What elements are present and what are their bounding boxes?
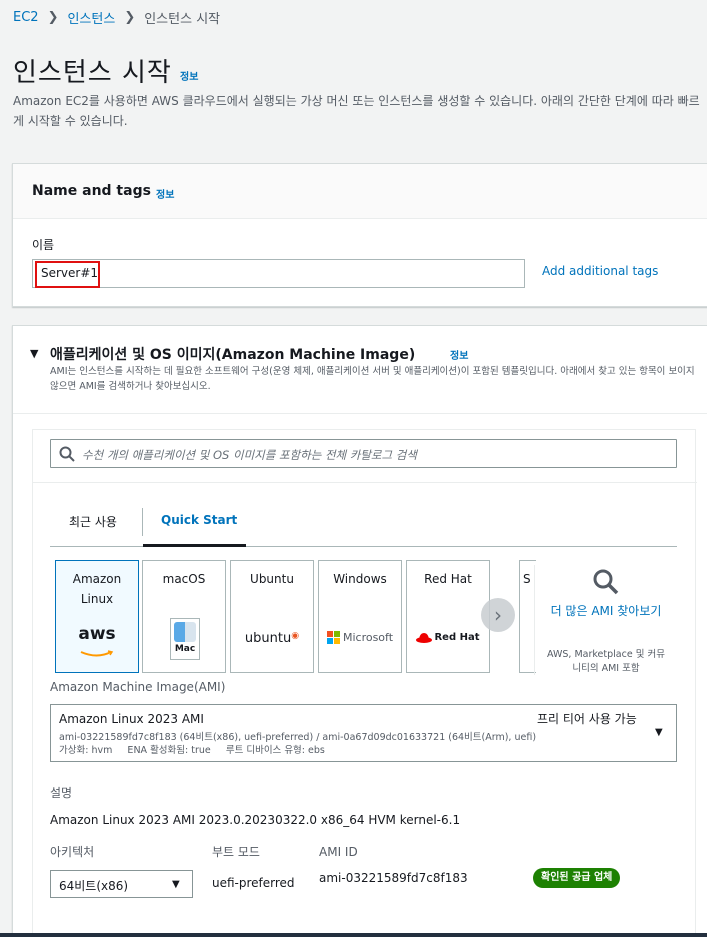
chevron-right-icon: ❯ (124, 10, 136, 25)
aws-logo-icon: aws (56, 625, 138, 662)
ami-info-link[interactable]: 정보 (450, 347, 468, 362)
ubuntu-logo-icon: ubuntu◉ (244, 631, 300, 646)
ami-select[interactable]: Amazon Linux 2023 AMI 프리 티어 사용 가능 ami-03… (50, 704, 677, 762)
page-info-link[interactable]: 정보 (180, 68, 198, 83)
name-label: 이름 (32, 238, 55, 252)
name-tags-title: Name and tags (32, 183, 151, 199)
free-tier-label: 프리 티어 사용 가능 (537, 712, 637, 726)
page-description: Amazon EC2를 사용하면 AWS 클라우드에서 실행되는 가상 머신 또… (13, 94, 700, 128)
tab-quick-start[interactable]: Quick Start (161, 513, 237, 527)
architecture-label: 아키텍처 (50, 845, 95, 859)
os-card-label: Amazon Linux (72, 572, 122, 606)
ami-selected-attributes: 가상화: hvm ENA 활성화됨: true 루트 디바이스 유형: ebs (59, 745, 325, 756)
redhat-logo-icon: Red Hat (407, 632, 489, 643)
os-card-redhat[interactable]: Red Hat Red Hat (406, 560, 490, 673)
name-input[interactable]: Server#1 (32, 259, 525, 288)
caret-down-icon[interactable]: ▼ (30, 347, 38, 360)
os-card-label: Ubuntu (250, 572, 294, 586)
chevron-right-icon: › (494, 603, 502, 627)
divider (534, 565, 535, 675)
tab-separator (142, 508, 143, 536)
os-card-amazon-linux[interactable]: Amazon Linux aws (55, 560, 139, 673)
search-icon (59, 446, 75, 462)
architecture-value: 64비트(x86) (59, 879, 129, 893)
tab-active-indicator (143, 544, 246, 547)
ami-section-title: 애플리케이션 및 OS 이미지(Amazon Machine Image) (50, 347, 416, 363)
mac-logo-icon: Mac (170, 618, 200, 660)
os-card-label: Windows (333, 572, 387, 586)
description-label: 설명 (50, 786, 73, 800)
os-card-label: Red Hat (424, 572, 472, 586)
os-card-windows[interactable]: Windows Microsoft (318, 560, 402, 673)
ami-section-description: AMI는 인스턴스를 시작하는 데 필요한 소프트웨어 구성(운영 체제, 애플… (50, 366, 695, 392)
breadcrumb-instances[interactable]: 인스턴스 (67, 8, 115, 27)
name-tags-panel: Name and tags 정보 이름 Server#1 Add additio… (12, 163, 707, 307)
browse-more-amis-subtitle: AWS, Marketplace 및 커뮤니티의 AMI 포함 (547, 649, 665, 674)
breadcrumb-current: 인스턴스 시작 (144, 12, 221, 27)
search-icon[interactable] (592, 568, 620, 596)
ami-selected-name: Amazon Linux 2023 AMI (59, 712, 204, 726)
ami-browser: 수천 개의 애플리케이션 및 OS 이미지를 포함하는 전체 카탈로그 검색 최… (32, 429, 697, 934)
tab-recent[interactable]: 최근 사용 (69, 513, 117, 530)
ami-selected-ids: ami-03221589fd7c8f183 (64비트(x86), uefi-p… (59, 732, 537, 743)
caret-down-icon: ▼ (655, 727, 663, 738)
boot-mode-value: uefi-preferred (212, 876, 295, 890)
os-card-ubuntu[interactable]: Ubuntu ubuntu◉ (230, 560, 314, 673)
search-placeholder: 수천 개의 애플리케이션 및 OS 이미지를 포함하는 전체 카탈로그 검색 (82, 448, 417, 462)
browse-more-amis-link[interactable]: 더 많은 AMI 찾아보기 (544, 602, 668, 620)
ami-id-value: ami-03221589fd7c8f183 (319, 871, 468, 885)
caret-down-icon: ▼ (172, 879, 180, 890)
chevron-right-icon: ❯ (47, 10, 59, 25)
ami-label: Amazon Machine Image(AMI) (50, 680, 226, 694)
carousel-next-button[interactable]: › (481, 598, 515, 632)
os-card-macos[interactable]: macOS Mac (142, 560, 226, 673)
breadcrumb: EC2 ❯ 인스턴스 ❯ 인스턴스 시작 (13, 8, 220, 27)
ami-panel: ▼ 애플리케이션 및 OS 이미지(Amazon Machine Image) … (12, 325, 707, 937)
ami-search-input[interactable]: 수천 개의 애플리케이션 및 OS 이미지를 포함하는 전체 카탈로그 검색 (50, 439, 677, 468)
verified-provider-badge: 확인된 공급 업체 (533, 868, 621, 888)
breadcrumb-ec2[interactable]: EC2 (13, 10, 39, 25)
architecture-select[interactable]: 64비트(x86) ▼ (50, 870, 193, 898)
microsoft-logo-icon: Microsoft (319, 631, 401, 644)
description-value: Amazon Linux 2023 AMI 2023.0.20230322.0 … (50, 813, 461, 827)
ami-id-label: AMI ID (319, 845, 358, 859)
divider (33, 482, 697, 483)
add-additional-tags-link[interactable]: Add additional tags (542, 264, 658, 278)
highlight-box (35, 261, 100, 288)
boot-mode-label: 부트 모드 (212, 845, 260, 859)
bottom-bar (0, 933, 707, 937)
name-tags-info-link[interactable]: 정보 (156, 186, 174, 201)
page-title: 인스턴스 시작 (13, 58, 172, 88)
os-card-label: macOS (162, 572, 206, 586)
